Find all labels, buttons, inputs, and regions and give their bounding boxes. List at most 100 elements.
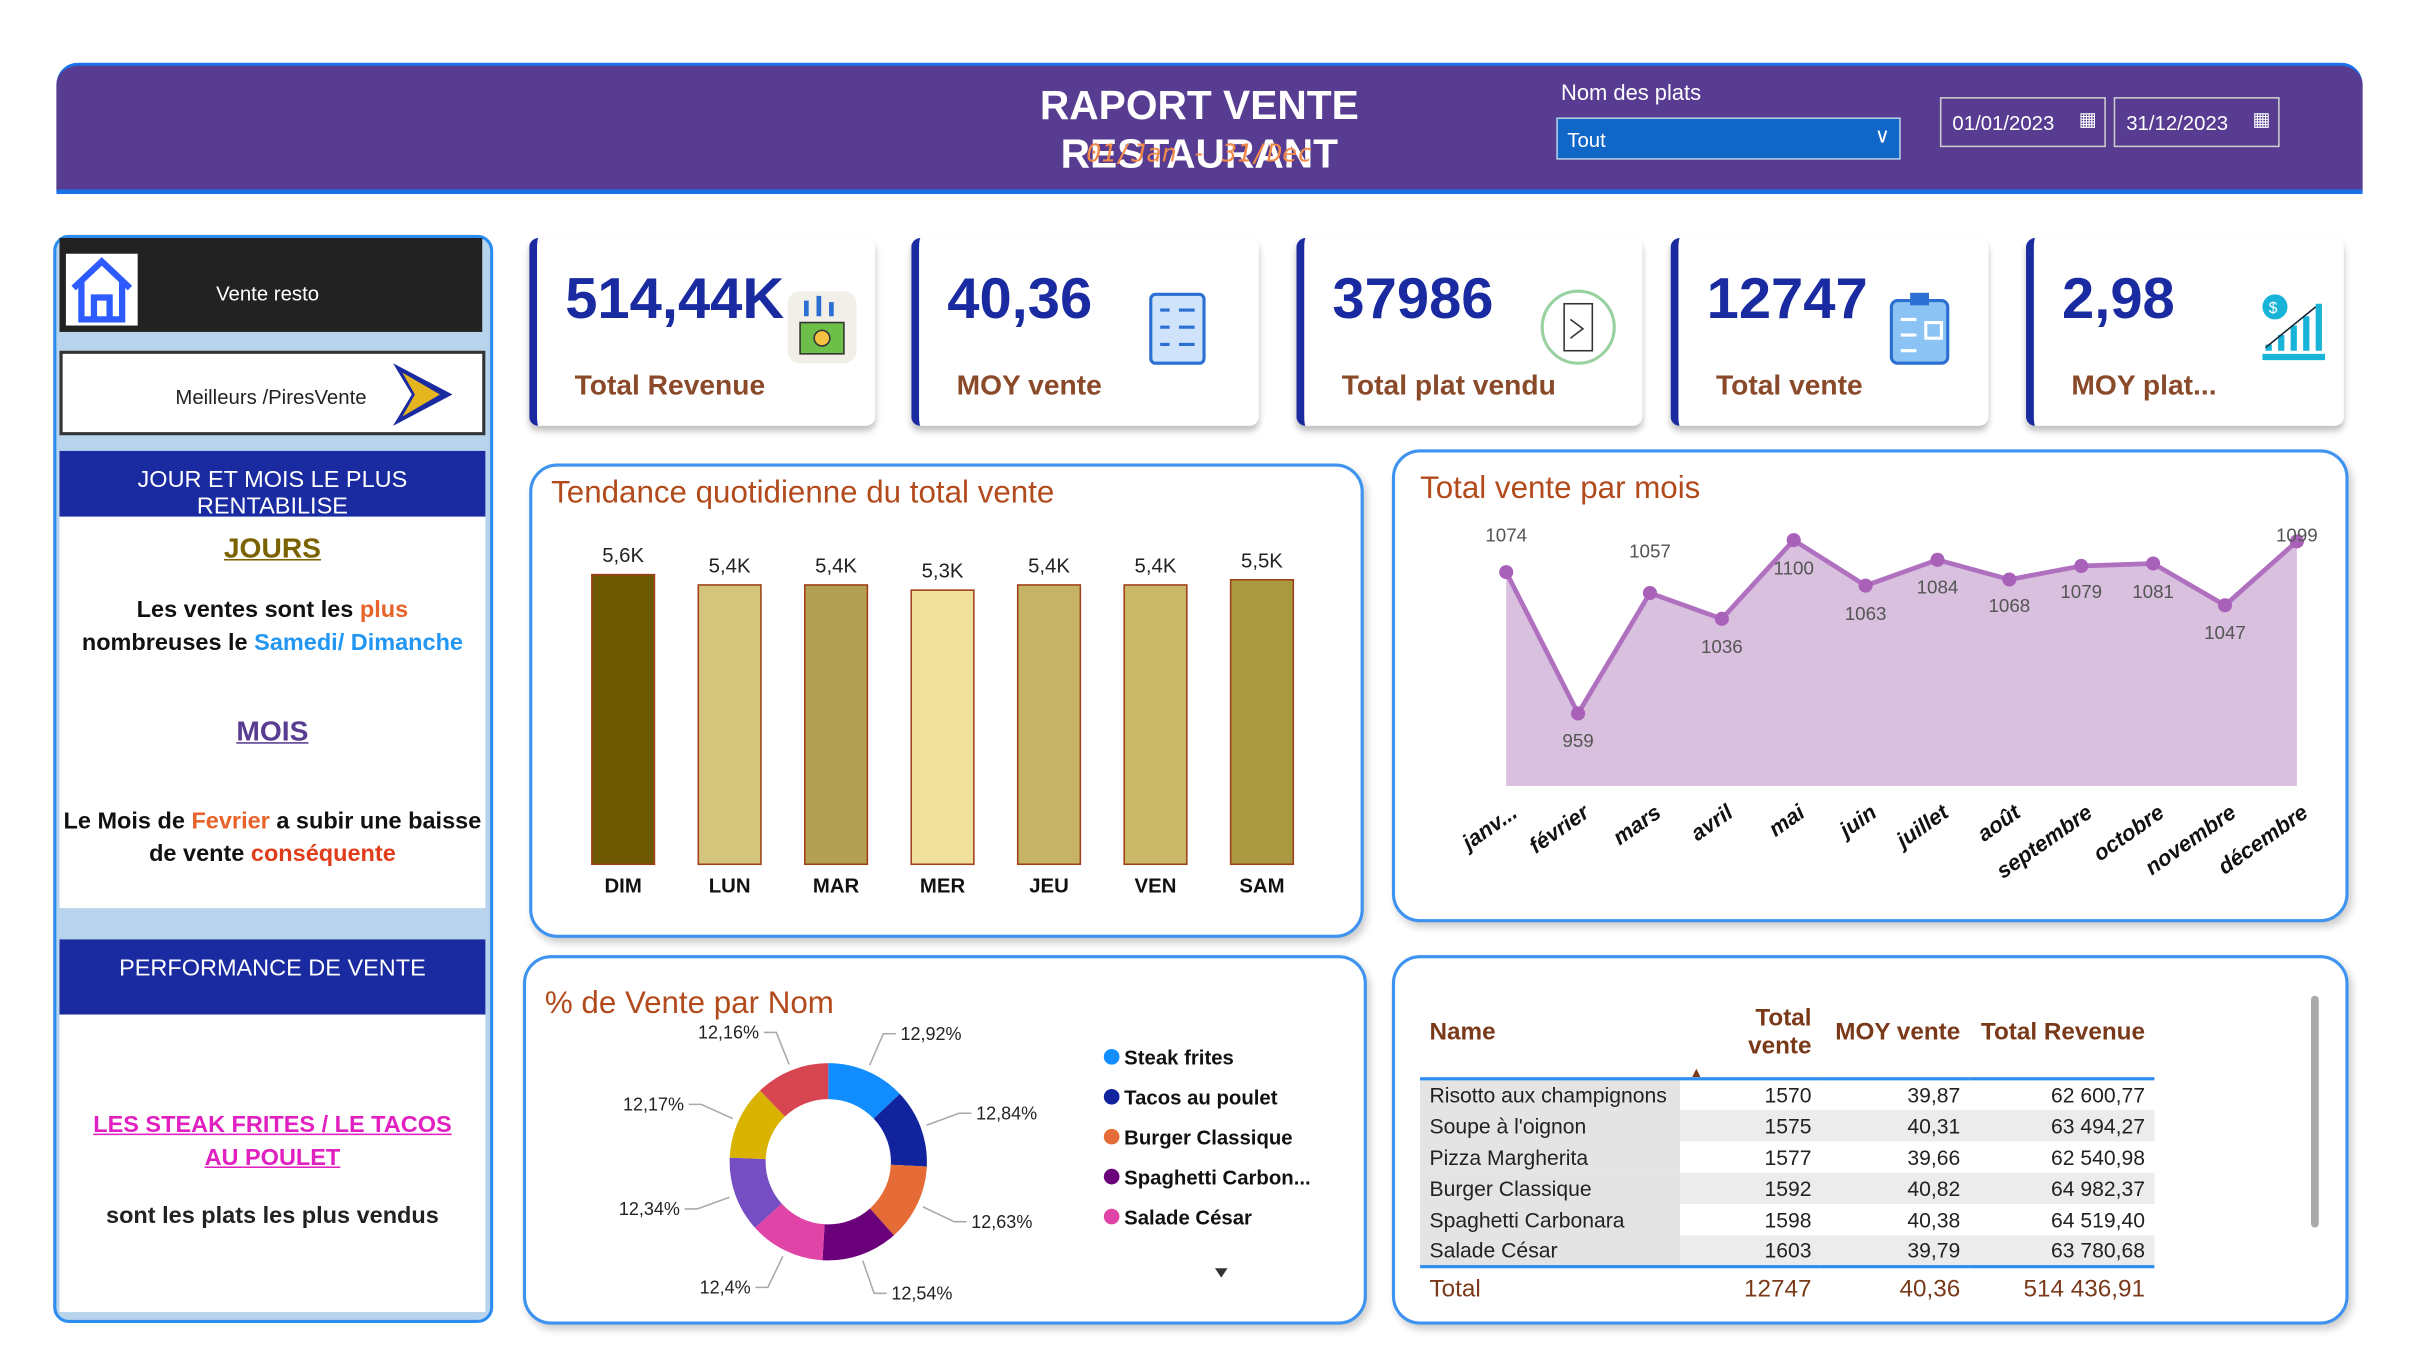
kpi-value: 2,98 (2062, 266, 2175, 331)
column-header[interactable]: Name (1420, 998, 1680, 1081)
sidebar: Vente resto Meilleurs /PiresVente JOUR E… (53, 234, 494, 1324)
chevron-right-icon (392, 363, 453, 426)
legend-item: Salade César (1124, 1207, 1252, 1229)
data-label: 1047 (2204, 622, 2246, 643)
total-cell: 514 436,91 (1969, 1265, 2155, 1313)
bar-data-label: 5,6K (602, 545, 644, 567)
calendar-icon: ▦ (2078, 108, 2097, 130)
start-date-input[interactable]: 01/01/2023 ▦ (1939, 97, 2106, 148)
x-tick-label: mars (1608, 799, 1665, 850)
kpi-card: 37986 Total plat vendu (1296, 237, 1643, 426)
end-date-value: 31/12/2023 (2126, 111, 2229, 135)
leader-line (926, 1112, 972, 1126)
checklist-icon (1149, 292, 1206, 365)
area-chart: 1074 janv... 959 février 1057 mars 1036 avril 11… (1455, 525, 2318, 884)
column-header[interactable]: Total Revenue (1969, 998, 2155, 1081)
table-row[interactable]: Burger Classique 1592 40,82 64 982,37 (1420, 1172, 2155, 1205)
start-date-value: 01/01/2023 (1952, 111, 2055, 135)
table-cell: 1598 (1679, 1204, 1821, 1236)
bar-data-label: 5,4K (709, 555, 751, 577)
leader-line (922, 1206, 967, 1223)
bar (1229, 579, 1295, 866)
table-cell: 63 780,68 (1969, 1235, 2155, 1267)
slicer-label: Nom des plats (1561, 79, 1702, 105)
bar-data-label: 5,5K (1241, 550, 1283, 572)
bar-chart: 5,6K DIM 5,4K LUN 5,4K MAR 5,3K MER 5,4K JEU 5,4K V… (591, 545, 1295, 897)
bar (803, 584, 869, 866)
data-point (2074, 558, 2089, 574)
column-header[interactable]: MOY vente (1820, 998, 1970, 1081)
monthly-sales-chart-panel: Total vente par mois 1074 janv... 959 févri… (1391, 449, 2349, 923)
table-cell: 62 540,98 (1969, 1141, 2155, 1173)
calendar-icon: ▦ (2252, 108, 2271, 130)
bar (1016, 584, 1082, 866)
slice-data-label: 12,34% (619, 1199, 680, 1219)
data-label: 1081 (2132, 581, 2174, 602)
x-tick-label: avril (1686, 799, 1738, 846)
table-cell: 1577 (1679, 1141, 1821, 1173)
header-banner: RAPORT VENTE RESTAURANT 01/Jan - 31/Dec … (56, 62, 2363, 195)
performance-box: LES STEAK FRITES / LE TACOS AU POULET so… (59, 1014, 486, 1313)
table-total-row: Total 12747 40,36 514 436,91 (1420, 1265, 2155, 1313)
x-tick-label: juillet (1889, 798, 1954, 854)
table-scrollbar[interactable] (2310, 995, 2319, 1228)
data-label: 1099 (2276, 525, 2318, 546)
donut-chart: 12,92% 12,84% 12,63% 12,54% 12,4% 12,34% 12,17… (619, 1023, 1311, 1304)
table-row[interactable]: Soupe à l'oignon 1575 40,31 63 494,27 (1420, 1110, 2155, 1142)
leader-line (684, 1196, 730, 1210)
table-row[interactable]: Pizza Margherita 1577 39,66 62 540,98 (1420, 1141, 2155, 1173)
table-cell: 1575 (1679, 1110, 1821, 1142)
x-tick-label: février (1524, 799, 1594, 859)
table-cell: 39,87 (1820, 1078, 1970, 1111)
legend-marker (1103, 1128, 1120, 1145)
sales-table-wrap: Name Total vente ▲ MOY vente Total Revenue Ri… (1420, 998, 2155, 1313)
chart-growth-icon: $ (2262, 294, 2326, 361)
table-cell: Salade César (1420, 1235, 1680, 1267)
end-date-input[interactable]: 31/12/2023 ▦ (2113, 97, 2280, 148)
table-cell: 1603 (1679, 1235, 1821, 1267)
data-label: 1074 (1485, 525, 1527, 546)
jours-heading: JOURS (223, 532, 321, 564)
kpi-value: 12747 (1706, 266, 1868, 331)
data-label: 1057 (1629, 540, 1671, 561)
table-row[interactable]: Salade César 1603 39,79 63 780,68 (1420, 1235, 2155, 1267)
mois-heading: MOIS (236, 715, 309, 747)
leader-line (868, 1032, 896, 1066)
slice-data-label: 12,17% (623, 1095, 684, 1115)
bar (697, 584, 762, 866)
nav-best-worst-button[interactable]: Meilleurs /PiresVente (59, 350, 486, 436)
data-label: 1036 (1701, 636, 1743, 657)
table-cell: 64 982,37 (1969, 1172, 2155, 1205)
nav-home-button[interactable]: Vente resto (59, 237, 483, 332)
data-point (2002, 572, 2017, 587)
slicer-value: Tout (1567, 128, 1606, 152)
clipboard-icon (1889, 292, 1950, 365)
mois-text: Le Mois de Fevrier a subir une baisse de… (63, 807, 482, 868)
bar (1123, 584, 1188, 866)
data-point (1858, 578, 1873, 593)
daily-sales-bar-chart-panel: Tendance quotidienne du total vente 5,6K… (529, 463, 1364, 938)
table-cell: 1570 (1679, 1078, 1821, 1111)
nav-home-label: Vente resto (216, 281, 320, 306)
bar-data-label: 5,4K (1028, 555, 1070, 577)
performance-text: sont les plats les plus vendus (106, 1202, 439, 1230)
column-header[interactable]: Total vente ▲ (1679, 998, 1821, 1081)
bar-data-label: 5,4K (1135, 555, 1177, 577)
bar (591, 573, 656, 866)
table-cell: 1592 (1679, 1172, 1821, 1205)
table-row[interactable]: Spaghetti Carbonara 1598 40,38 64 519,40 (1420, 1204, 2155, 1236)
x-tick-label: juin (1832, 799, 1881, 844)
dish-slicer-dropdown[interactable]: Tout ∨ (1556, 117, 1901, 160)
x-tick-label: MAR (813, 875, 860, 897)
table-cell: 40,38 (1820, 1204, 1970, 1236)
slice-data-label: 12,16% (698, 1023, 759, 1043)
x-tick-label: SAM (1239, 875, 1284, 897)
data-point (1786, 533, 1801, 548)
data-label: 1079 (2060, 581, 2102, 602)
bar-data-label: 5,4K (815, 555, 857, 577)
x-tick-label: MER (920, 875, 966, 897)
table-row[interactable]: Risotto aux champignons 1570 39,87 62 600,7… (1420, 1078, 2155, 1111)
kpi-label: Total Revenue (574, 369, 766, 401)
table-cell: Risotto aux champignons (1420, 1078, 1680, 1111)
kpi-value: 37986 (1332, 266, 1494, 331)
